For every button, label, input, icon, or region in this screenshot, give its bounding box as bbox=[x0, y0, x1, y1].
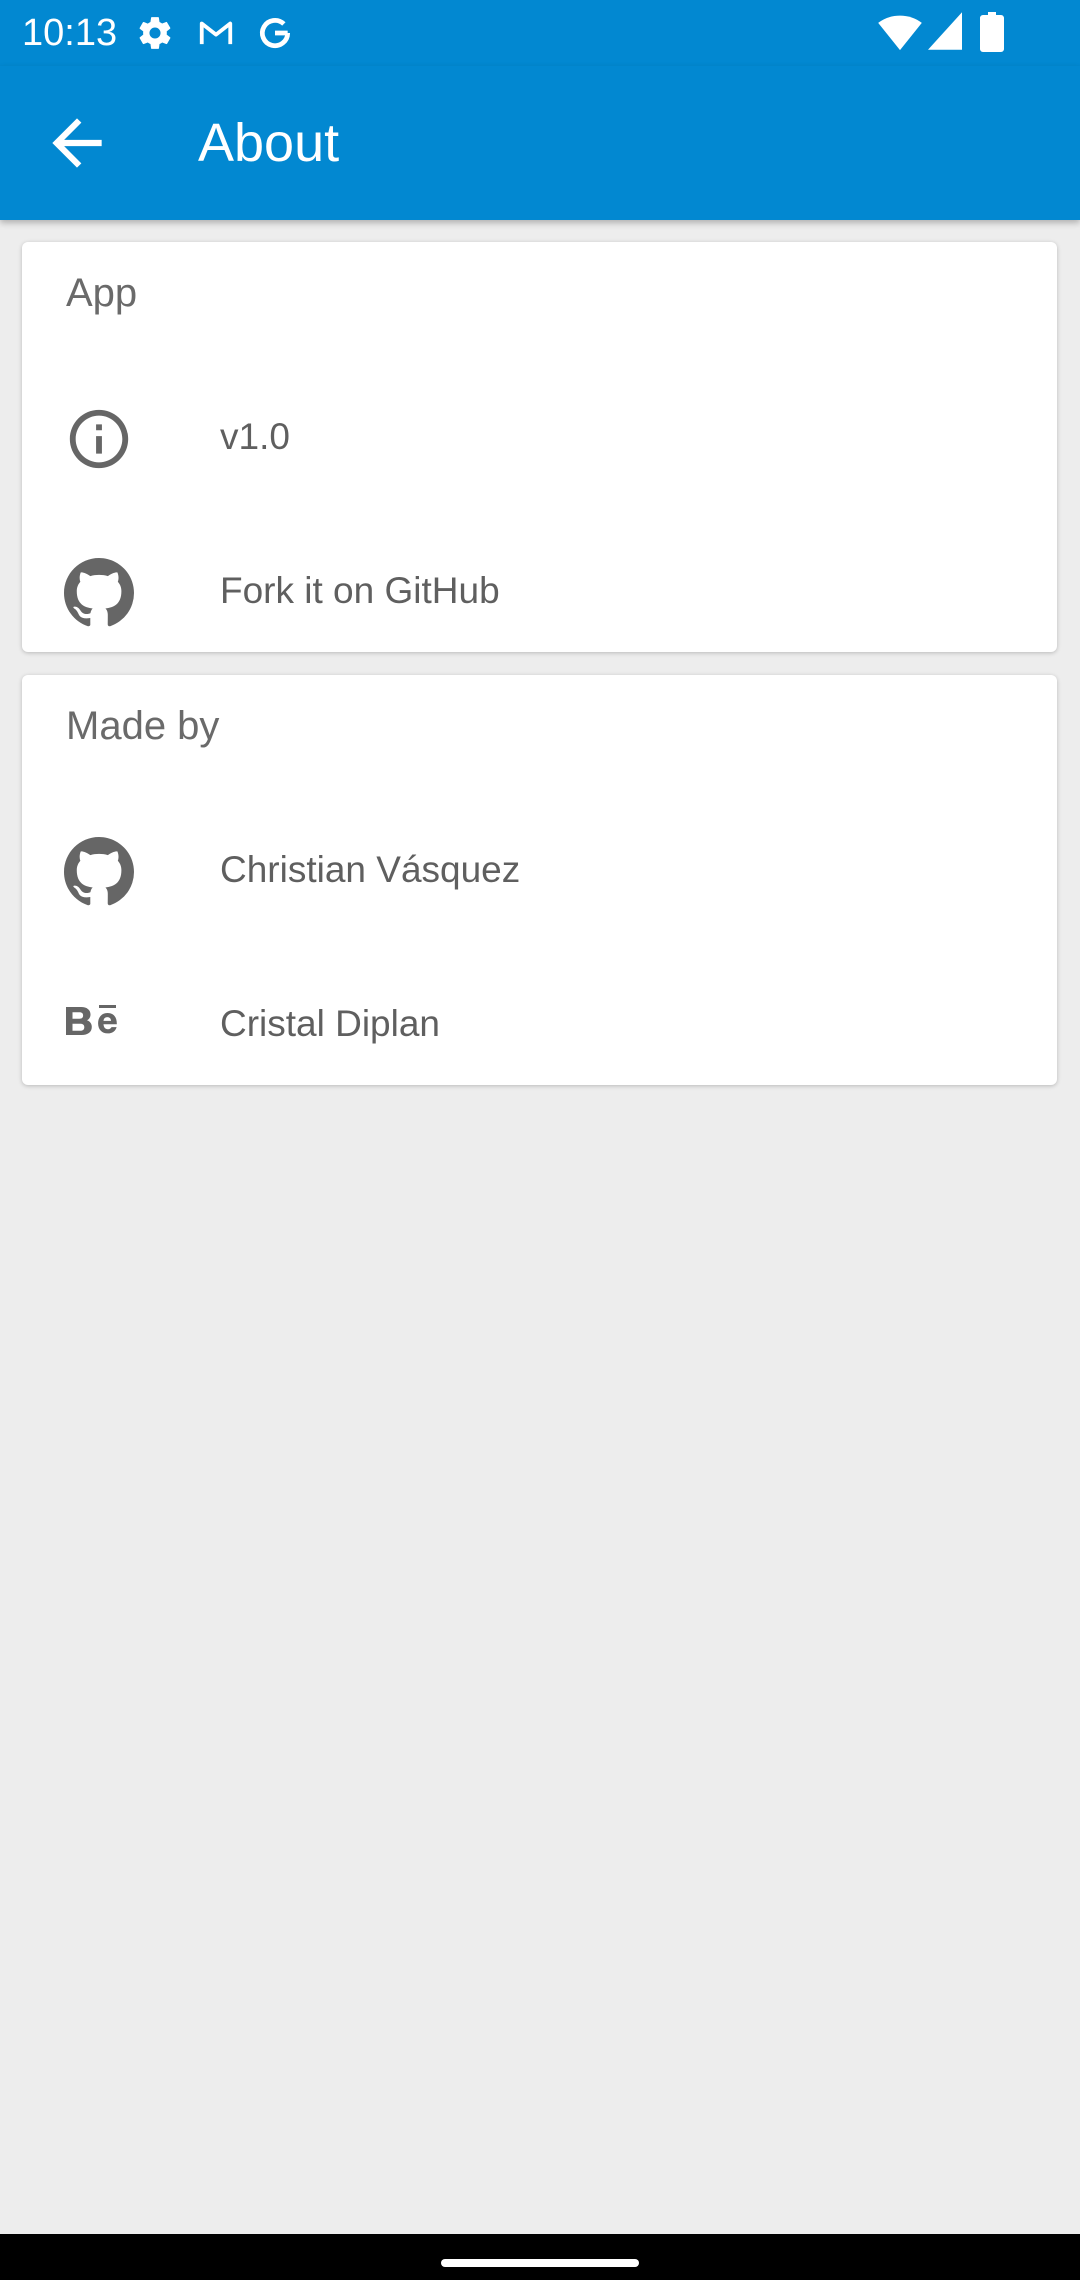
fork-github-item[interactable]: Fork it on GitHub bbox=[22, 516, 1057, 666]
settings-icon bbox=[136, 14, 174, 57]
version-item[interactable]: v1.0 bbox=[22, 362, 1057, 512]
signal-icon bbox=[928, 12, 962, 55]
gmail-icon bbox=[196, 14, 236, 57]
back-button[interactable] bbox=[40, 106, 114, 180]
app-bar: About bbox=[0, 66, 1080, 220]
version-label: v1.0 bbox=[220, 416, 290, 457]
arrow-back-icon bbox=[40, 118, 114, 184]
github-icon bbox=[64, 837, 134, 907]
battery-icon bbox=[980, 12, 1004, 57]
status-bar: 10:13 bbox=[0, 0, 1080, 66]
github-icon bbox=[64, 558, 134, 628]
fork-github-label: Fork it on GitHub bbox=[220, 570, 500, 611]
author-cristal-label: Cristal Diplan bbox=[220, 1003, 441, 1044]
section-header: App bbox=[66, 271, 138, 315]
wifi-icon bbox=[878, 12, 922, 57]
author-cristal-item[interactable]: Cristal Diplan bbox=[22, 949, 1057, 1099]
info-icon bbox=[64, 404, 134, 474]
status-time: 10:13 bbox=[22, 12, 118, 54]
section-header: Made by bbox=[66, 704, 220, 748]
home-gesture-handle[interactable] bbox=[441, 2259, 639, 2267]
navigation-bar bbox=[0, 2234, 1080, 2280]
author-christian-item[interactable]: Christian Vásquez bbox=[22, 795, 1057, 945]
author-christian-label: Christian Vásquez bbox=[220, 849, 521, 890]
google-icon bbox=[256, 14, 294, 57]
app-section-card: App v1.0 Fork it on GitHub bbox=[22, 242, 1057, 652]
behance-icon bbox=[64, 991, 134, 1061]
page-title: About bbox=[198, 113, 340, 173]
made-by-section-card: Made by Christian Vásquez Cristal Diplan bbox=[22, 675, 1057, 1085]
